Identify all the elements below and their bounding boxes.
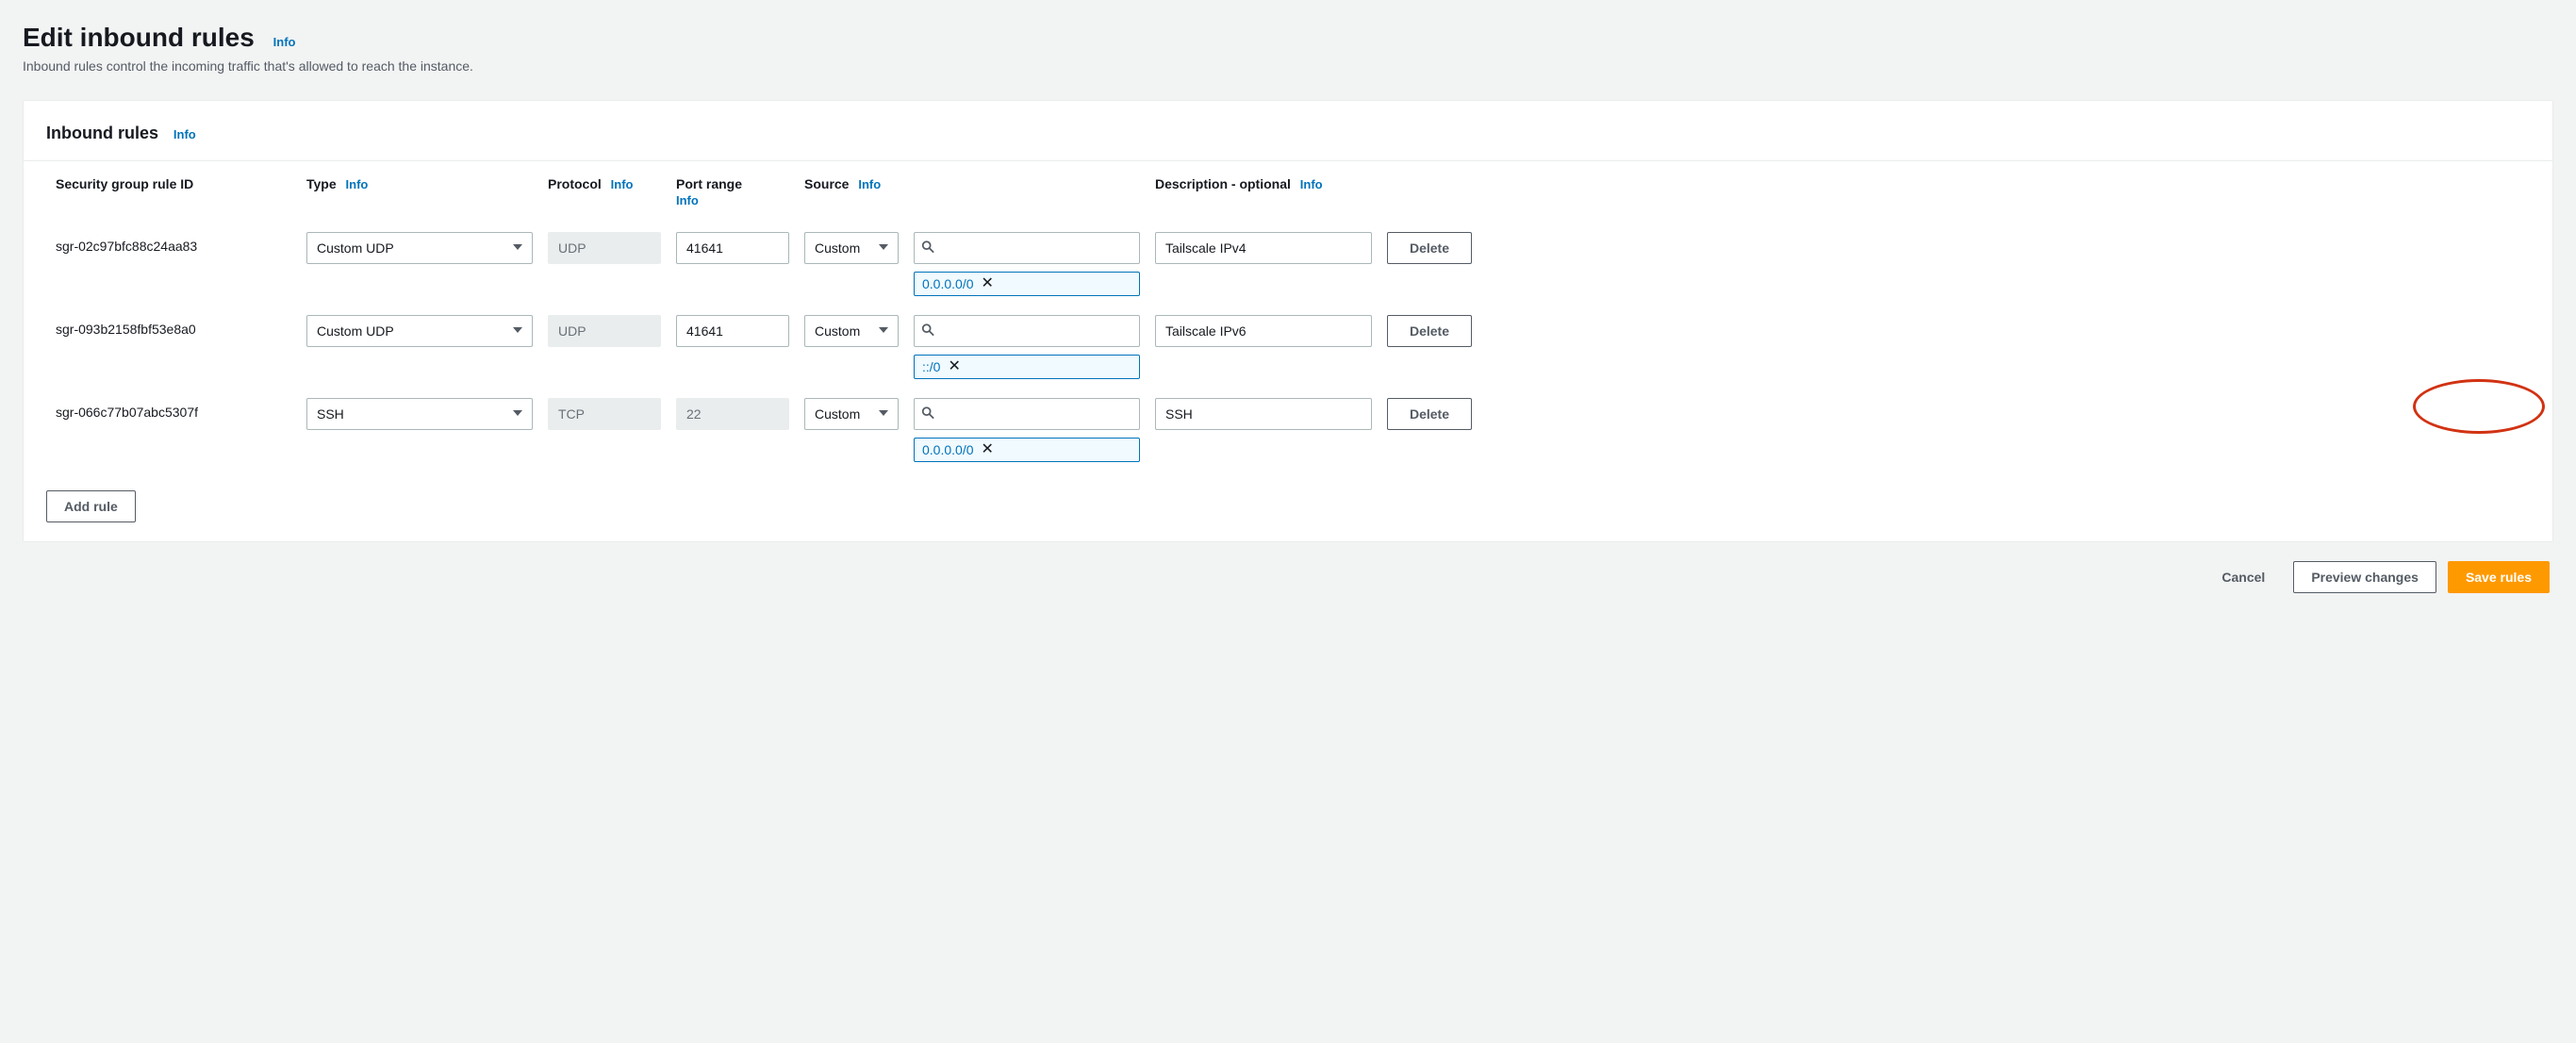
source-cidr-tag: 0.0.0.0/0 ✕ xyxy=(914,272,1140,296)
search-icon xyxy=(921,240,934,254)
protocol-cell xyxy=(548,315,661,347)
type-select[interactable] xyxy=(306,232,533,264)
col-header-protocol: Protocol Info xyxy=(548,176,661,191)
port-cell xyxy=(676,398,789,430)
table-header-row: Security group rule ID Type Info Protoco… xyxy=(46,161,2530,223)
col-header-description-info[interactable]: Info xyxy=(1300,177,1323,191)
col-header-type: Type Info xyxy=(306,176,533,191)
col-header-type-label: Type xyxy=(306,176,337,191)
source-select[interactable] xyxy=(804,398,899,430)
source-search-input[interactable] xyxy=(914,232,1140,264)
delete-cell: Delete xyxy=(1387,232,1472,264)
remove-tag-icon[interactable]: ✕ xyxy=(948,359,960,374)
col-header-protocol-label: Protocol xyxy=(548,176,602,191)
port-range-input xyxy=(676,398,789,430)
delete-button[interactable]: Delete xyxy=(1387,398,1472,430)
description-cell xyxy=(1155,315,1372,347)
add-rule-button[interactable]: Add rule xyxy=(46,490,136,522)
description-input[interactable] xyxy=(1155,315,1372,347)
search-icon xyxy=(921,323,934,337)
type-select[interactable] xyxy=(306,398,533,430)
source-cidr-label: ::/0 xyxy=(922,359,940,374)
search-icon xyxy=(921,406,934,420)
type-cell xyxy=(306,232,533,264)
type-cell xyxy=(306,315,533,347)
source-input-cell: ::/0 ✕ xyxy=(914,315,1140,379)
col-header-sg-rule-id: Security group rule ID xyxy=(56,176,291,191)
page-subtitle: Inbound rules control the incoming traff… xyxy=(23,58,2553,74)
port-cell xyxy=(676,232,789,264)
panel-footer: Add rule xyxy=(24,472,2552,522)
description-cell xyxy=(1155,232,1372,264)
sg-rule-id: sgr-093b2158fbf53e8a0 xyxy=(56,315,291,337)
col-header-port-info[interactable]: Info xyxy=(676,193,789,207)
delete-cell: Delete xyxy=(1387,315,1472,347)
page-header: Edit inbound rules Info xyxy=(23,23,2553,53)
delete-button[interactable]: Delete xyxy=(1387,315,1472,347)
source-cidr-tag: 0.0.0.0/0 ✕ xyxy=(914,438,1140,462)
table-row: sgr-02c97bfc88c24aa83 0.0.0.0/0 ✕ Delete xyxy=(46,223,2530,306)
rules-table: Security group rule ID Type Info Protoco… xyxy=(24,161,2552,472)
source-select-cell xyxy=(804,315,899,347)
col-header-protocol-info[interactable]: Info xyxy=(611,177,634,191)
delete-button[interactable]: Delete xyxy=(1387,232,1472,264)
description-input[interactable] xyxy=(1155,398,1372,430)
source-search-input[interactable] xyxy=(914,398,1140,430)
col-header-description: Description - optional Info xyxy=(1155,176,1372,191)
protocol-input xyxy=(548,315,661,347)
source-input-cell: 0.0.0.0/0 ✕ xyxy=(914,232,1140,296)
protocol-input xyxy=(548,232,661,264)
port-range-input[interactable] xyxy=(676,232,789,264)
description-input[interactable] xyxy=(1155,232,1372,264)
description-cell xyxy=(1155,398,1372,430)
remove-tag-icon[interactable]: ✕ xyxy=(982,276,994,291)
page-title-info-link[interactable]: Info xyxy=(273,35,296,49)
col-header-source-label: Source xyxy=(804,176,849,191)
port-cell xyxy=(676,315,789,347)
remove-tag-icon[interactable]: ✕ xyxy=(982,442,994,457)
inbound-rules-panel: Inbound rules Info Security group rule I… xyxy=(23,100,2553,542)
protocol-input xyxy=(548,398,661,430)
source-cidr-tag: ::/0 ✕ xyxy=(914,355,1140,379)
sg-rule-id: sgr-066c77b07abc5307f xyxy=(56,398,291,420)
preview-changes-button[interactable]: Preview changes xyxy=(2293,561,2436,593)
source-input-cell: 0.0.0.0/0 ✕ xyxy=(914,398,1140,462)
col-header-type-info[interactable]: Info xyxy=(346,177,369,191)
sg-rule-id: sgr-02c97bfc88c24aa83 xyxy=(56,232,291,254)
panel-title: Inbound rules xyxy=(46,124,158,143)
col-header-source-info[interactable]: Info xyxy=(858,177,881,191)
col-header-source: Source Info xyxy=(804,176,899,191)
page-title: Edit inbound rules xyxy=(23,23,255,53)
col-header-port: Port range Info xyxy=(676,176,789,207)
source-cidr-label: 0.0.0.0/0 xyxy=(922,442,974,457)
source-select-cell xyxy=(804,232,899,264)
source-select[interactable] xyxy=(804,232,899,264)
protocol-cell xyxy=(548,232,661,264)
cancel-button[interactable]: Cancel xyxy=(2204,561,2282,593)
type-select[interactable] xyxy=(306,315,533,347)
table-row: sgr-093b2158fbf53e8a0::/0 ✕ Delete xyxy=(46,306,2530,389)
port-range-input[interactable] xyxy=(676,315,789,347)
source-select-cell xyxy=(804,398,899,430)
panel-title-info-link[interactable]: Info xyxy=(173,127,196,141)
col-header-description-label: Description - optional xyxy=(1155,176,1291,191)
source-search-input[interactable] xyxy=(914,315,1140,347)
panel-header: Inbound rules Info xyxy=(24,124,2552,161)
delete-cell: Delete xyxy=(1387,398,1472,430)
col-header-port-label: Port range xyxy=(676,176,789,191)
type-cell xyxy=(306,398,533,430)
protocol-cell xyxy=(548,398,661,430)
page-footer: Cancel Preview changes Save rules xyxy=(23,561,2553,593)
source-cidr-label: 0.0.0.0/0 xyxy=(922,276,974,291)
save-rules-button[interactable]: Save rules xyxy=(2448,561,2550,593)
source-select[interactable] xyxy=(804,315,899,347)
rules-body: sgr-02c97bfc88c24aa830.0.0.0/0✕Deletesgr… xyxy=(46,223,2530,472)
table-row: sgr-066c77b07abc5307f 0.0.0.0/0 ✕ Delete xyxy=(46,389,2530,472)
